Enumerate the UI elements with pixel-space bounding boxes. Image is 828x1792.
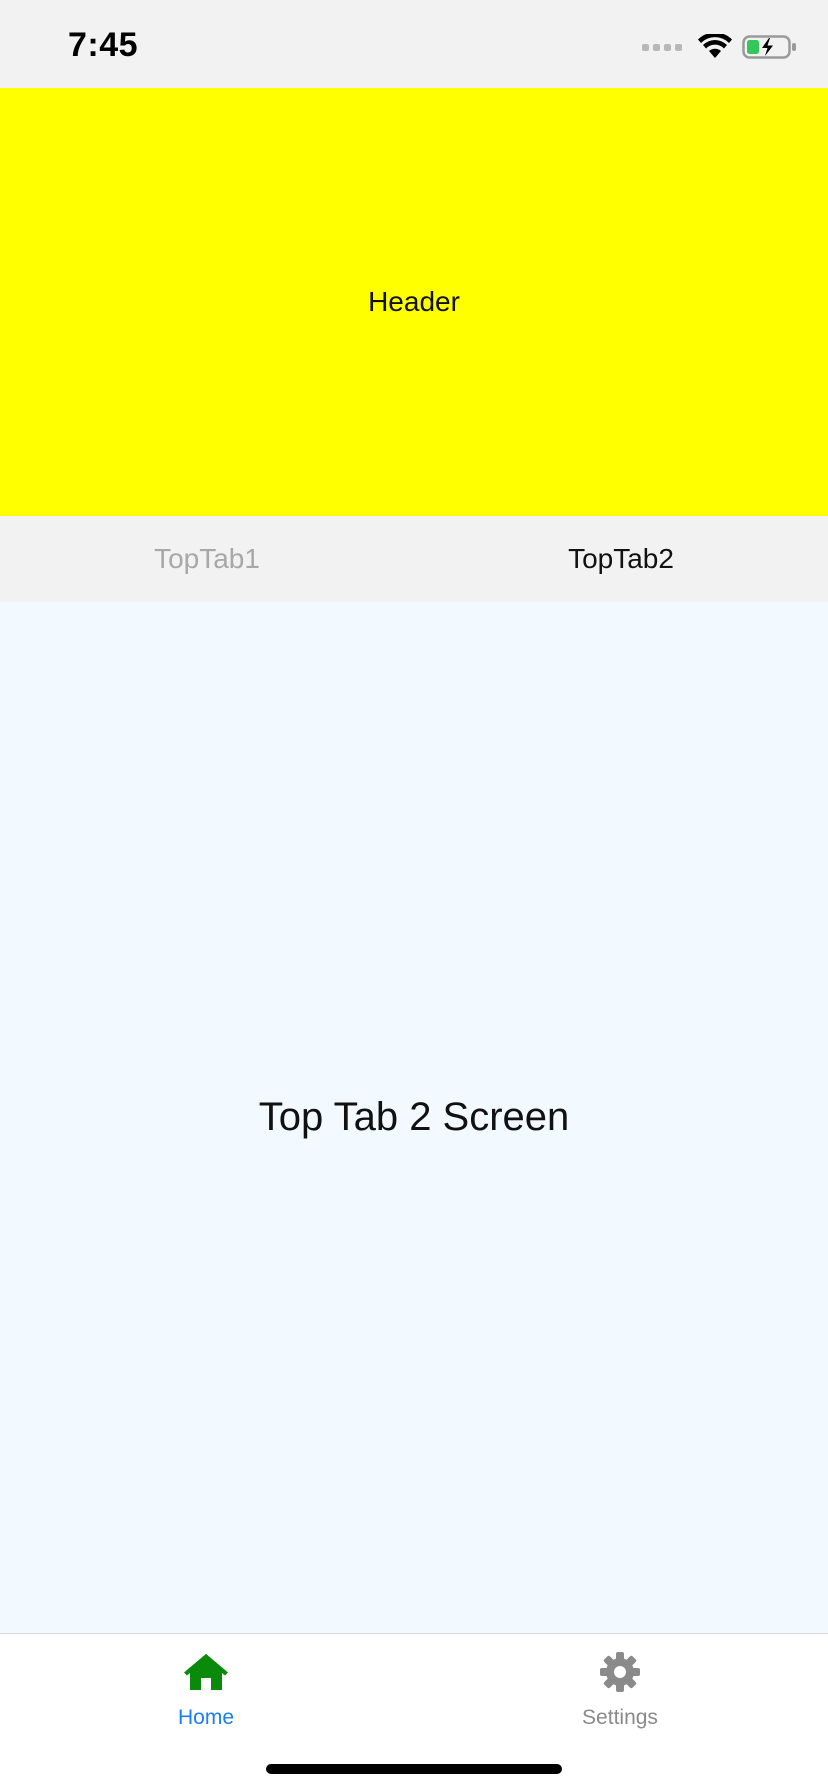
screen-title: Top Tab 2 Screen bbox=[258, 1095, 570, 1139]
bottom-tab-home-label: Home bbox=[177, 1706, 235, 1729]
tab-toptab2[interactable]: TopTab2 bbox=[414, 516, 828, 602]
home-indicator[interactable] bbox=[266, 1764, 562, 1774]
status-icons bbox=[642, 34, 798, 60]
header-banner: Header bbox=[0, 88, 828, 516]
wifi-icon bbox=[698, 34, 732, 58]
tab-toptab1[interactable]: TopTab1 bbox=[0, 516, 414, 602]
top-tab-bar: TopTab1 TopTab2 bbox=[0, 516, 828, 602]
tab-content-area: Top Tab 2 Screen bbox=[0, 602, 828, 1633]
gear-icon bbox=[600, 1652, 640, 1692]
header-title: Header bbox=[368, 286, 460, 317]
bottom-tab-settings-label: Settings bbox=[582, 1706, 658, 1729]
home-icon bbox=[184, 1654, 228, 1690]
app-screen: 7:45 Header TopTab1 TopTab2 Top Tab 2 Sc… bbox=[0, 0, 828, 1792]
tab-toptab2-label: TopTab2 bbox=[568, 543, 674, 574]
bottom-tab-home[interactable]: Home bbox=[106, 1650, 306, 1730]
bottom-tab-settings[interactable]: Settings bbox=[520, 1650, 720, 1730]
cellular-signal-icon bbox=[642, 43, 682, 51]
status-bar: 7:45 bbox=[0, 0, 828, 88]
tab-toptab1-label: TopTab1 bbox=[154, 543, 260, 574]
battery-charging-icon bbox=[742, 35, 796, 59]
status-time: 7:45 bbox=[68, 26, 139, 64]
